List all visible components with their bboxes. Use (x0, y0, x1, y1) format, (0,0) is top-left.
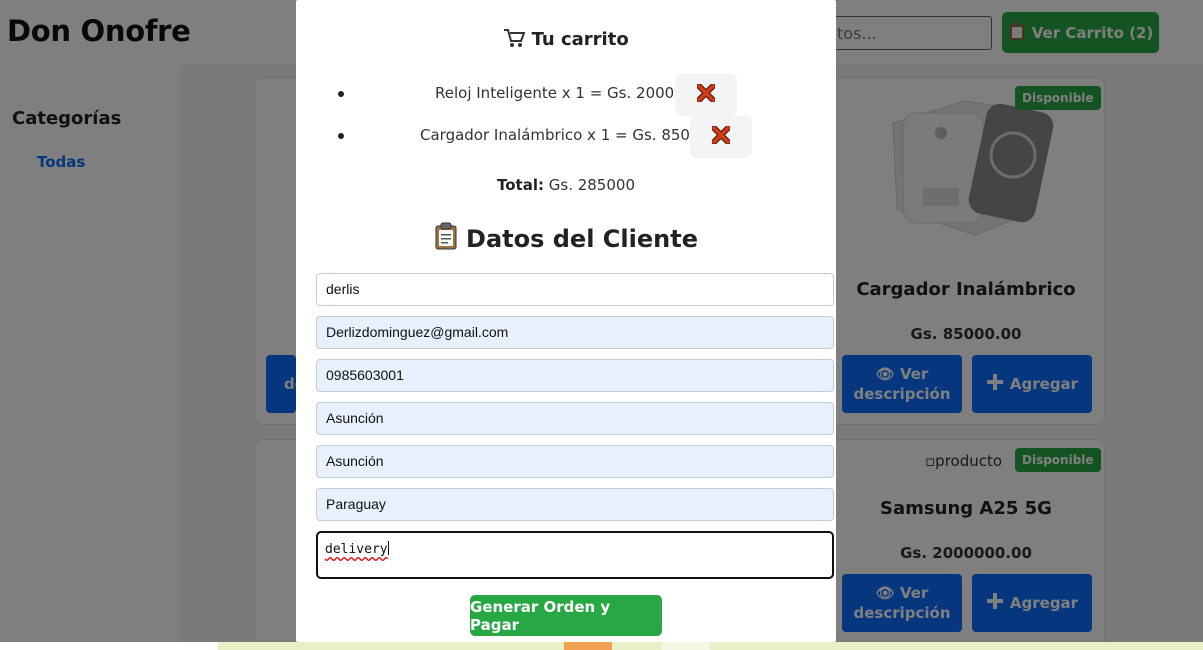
cart-item-text: Reloj Inteligente x 1 = Gs. 200000 (435, 84, 694, 102)
city-field[interactable]: Asunción (316, 402, 834, 435)
cart-total: Total: Gs. 285000 (296, 176, 836, 194)
cross-mark-icon (696, 83, 716, 106)
country-field[interactable]: Paraguay (316, 488, 834, 521)
generate-order-button[interactable]: Generar Orden y Pagar (470, 595, 662, 636)
cart-item-text: Cargador Inalámbrico x 1 = Gs. 85000 (420, 126, 710, 144)
clipboard-icon (434, 222, 458, 256)
cart-item: Reloj Inteligente x 1 = Gs. 200000 (296, 74, 836, 116)
list-bullet (338, 133, 344, 139)
email-field[interactable]: Derlizdominguez@gmail.com (316, 316, 834, 349)
cart-item: Cargador Inalámbrico x 1 = Gs. 85000 (296, 116, 836, 158)
taskbar-app-highlight[interactable] (564, 642, 612, 650)
state-field[interactable]: Asunción (316, 445, 834, 478)
remove-item-button[interactable] (675, 74, 737, 116)
name-field[interactable]: derlis (316, 273, 834, 306)
os-taskbar (0, 642, 1203, 650)
list-bullet (338, 91, 344, 97)
total-value: Gs. 285000 (548, 176, 635, 194)
taskbar-strip (218, 642, 1203, 650)
cross-mark-icon (711, 125, 731, 148)
cart-title: Tu carrito (296, 28, 836, 50)
text-caret (387, 541, 389, 555)
notes-textarea[interactable]: delivery (316, 531, 834, 579)
total-label: Total: (496, 176, 544, 194)
cart-modal: Tu carrito Reloj Inteligente x 1 = Gs. 2… (296, 0, 836, 642)
remove-item-button[interactable] (690, 116, 752, 158)
client-data-title: Datos del Cliente (296, 222, 836, 256)
notes-text: delivery (325, 542, 388, 557)
phone-field[interactable]: 0985603001 (316, 359, 834, 392)
taskbar-app[interactable] (662, 642, 710, 650)
shopping-cart-icon (503, 29, 531, 50)
